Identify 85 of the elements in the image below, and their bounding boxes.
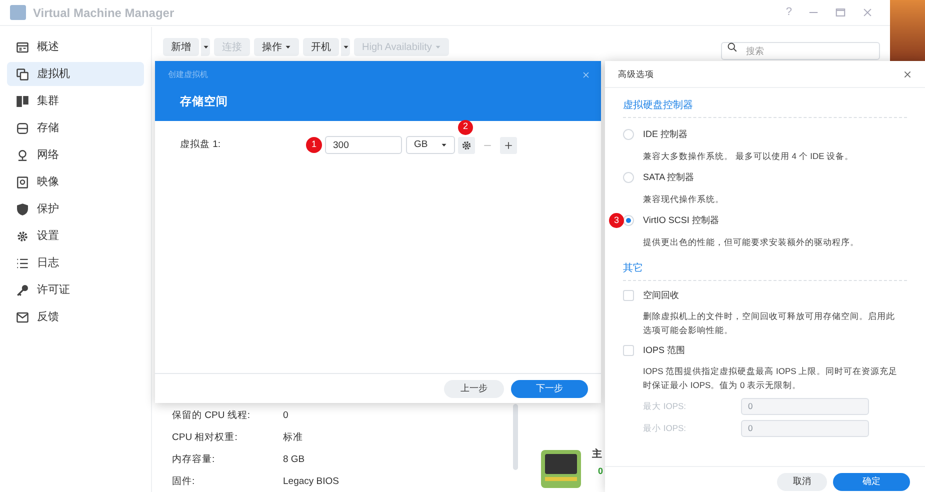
shield-icon [16,202,29,216]
copy-icon [16,68,29,80]
dropdown-button[interactable] [200,38,210,56]
settings-icon [461,140,472,150]
dashboard-icon [16,40,29,54]
field-value: Legacy BIOS [283,474,339,489]
radio-label: VirtIO SCSI 控制器 [643,214,719,227]
section-heading: 其它 [623,261,907,281]
sidebar-item[interactable]: 设置 [7,224,144,248]
field-label: 最小 IOPS: [643,422,688,434]
network-icon [16,148,29,162]
search-icon [727,42,737,52]
cluster-icon [16,94,29,108]
sidebar-item[interactable]: 许可证 [7,278,144,302]
app-logo-icon [10,5,26,20]
mail-icon [16,310,29,324]
sidebar-item[interactable]: 映像 [7,170,144,194]
ok-button[interactable]: 确定 [833,473,910,491]
sidebar-item[interactable]: 存储 [7,116,144,140]
field-value: 0 [283,408,288,423]
list-icon [16,256,29,270]
search-field[interactable]: 搜索 [721,42,880,60]
image-icon [16,176,29,188]
memory-chip-icon [541,450,581,488]
sidebar-item[interactable]: 保护 [7,197,144,221]
toolbar-button[interactable]: 新增 [163,38,199,56]
panel-title: 高级选项 [618,68,654,80]
sidebar-item[interactable]: 集群 [7,89,144,113]
radio-button[interactable] [623,172,634,183]
key-icon [16,284,29,296]
section-title: 主 [592,449,602,461]
plus-icon [504,140,513,150]
caret-icon [202,44,208,50]
maximize-icon[interactable] [835,7,846,18]
caret-icon [441,142,447,148]
dialog-title: 创建虚拟机 [168,69,208,81]
sidebar-item[interactable]: 概述 [7,35,144,59]
field-label: 内存容量: [172,452,216,467]
radio-button[interactable] [623,129,634,140]
step-marker: 3 [609,213,624,228]
toolbar-button[interactable]: 开机 [303,38,339,56]
next-button[interactable]: 下一步 [511,380,588,398]
status-value: 0 [598,465,604,478]
size-field[interactable]: 300 [325,136,402,154]
cancel-button[interactable]: 取消 [777,473,827,491]
caret-icon [434,44,441,50]
caret-icon [285,44,291,50]
wallpaper-photo-placeholder [890,0,925,62]
field-value: 标准 [283,430,303,445]
field-label: 保留的 CPU 线程: [172,408,251,423]
window-title: Virtual Machine Manager [33,4,174,22]
field-label: 最大 IOPS: [643,400,688,412]
description-text: IOPS 范围提供指定虚拟硬盘最高 IOPS 上限。同时可在资源充足时保证最小 IOPS。值为 0 表示无限制。 [642,365,899,392]
close-icon[interactable] [903,70,912,78]
field-label: CPU 相对权重: [172,430,238,445]
step-title: 存储空间 [180,94,228,110]
field-value: 8 GB [283,452,305,467]
scrollbar [513,404,518,470]
step-marker: 2 [458,120,473,134]
checkbox[interactable] [623,345,634,356]
toolbar-button[interactable]: 操作 [254,38,299,56]
checkbox-label: 空间回收 [643,288,679,302]
description-text: 删除虚拟机上的文件时，空间回收可释放可用存储空间。启用此选项可能会影响性能。 [642,310,896,337]
sidebar-item[interactable]: 日志 [7,251,144,275]
caret-icon [342,44,348,50]
back-button[interactable]: 上一步 [444,380,504,398]
add-button[interactable] [500,136,517,154]
section-heading: 虚拟硬盘控制器 [623,98,907,118]
sidebar-item[interactable]: 反馈 [7,305,144,329]
sidebar-item[interactable]: 网络 [7,143,144,167]
dropdown-button[interactable] [340,38,350,56]
checkbox-label: IOPS 范围 [643,344,686,357]
field-label: 固件: [172,474,196,489]
disk-label: 虚拟盘 1: [180,138,222,152]
unit-dropdown[interactable]: GB [406,136,455,154]
description-text: 兼容大多数操作系统。 最多可以使用 4 个 IDE 设备。 [642,150,855,163]
radio-label: SATA 控制器 [643,170,694,184]
storage-icon [16,122,29,134]
step-marker: 1 [306,137,322,153]
description-text: 兼容现代操作系统。 [642,192,725,206]
radio-label: IDE 控制器 [643,128,688,141]
description-text: 提供更出色的性能，但可能要求安装额外的驱动程序。 [642,236,860,249]
sidebar-item[interactable]: 虚拟机 [7,62,144,86]
checkbox[interactable] [623,290,634,301]
settings-icon [16,230,29,242]
